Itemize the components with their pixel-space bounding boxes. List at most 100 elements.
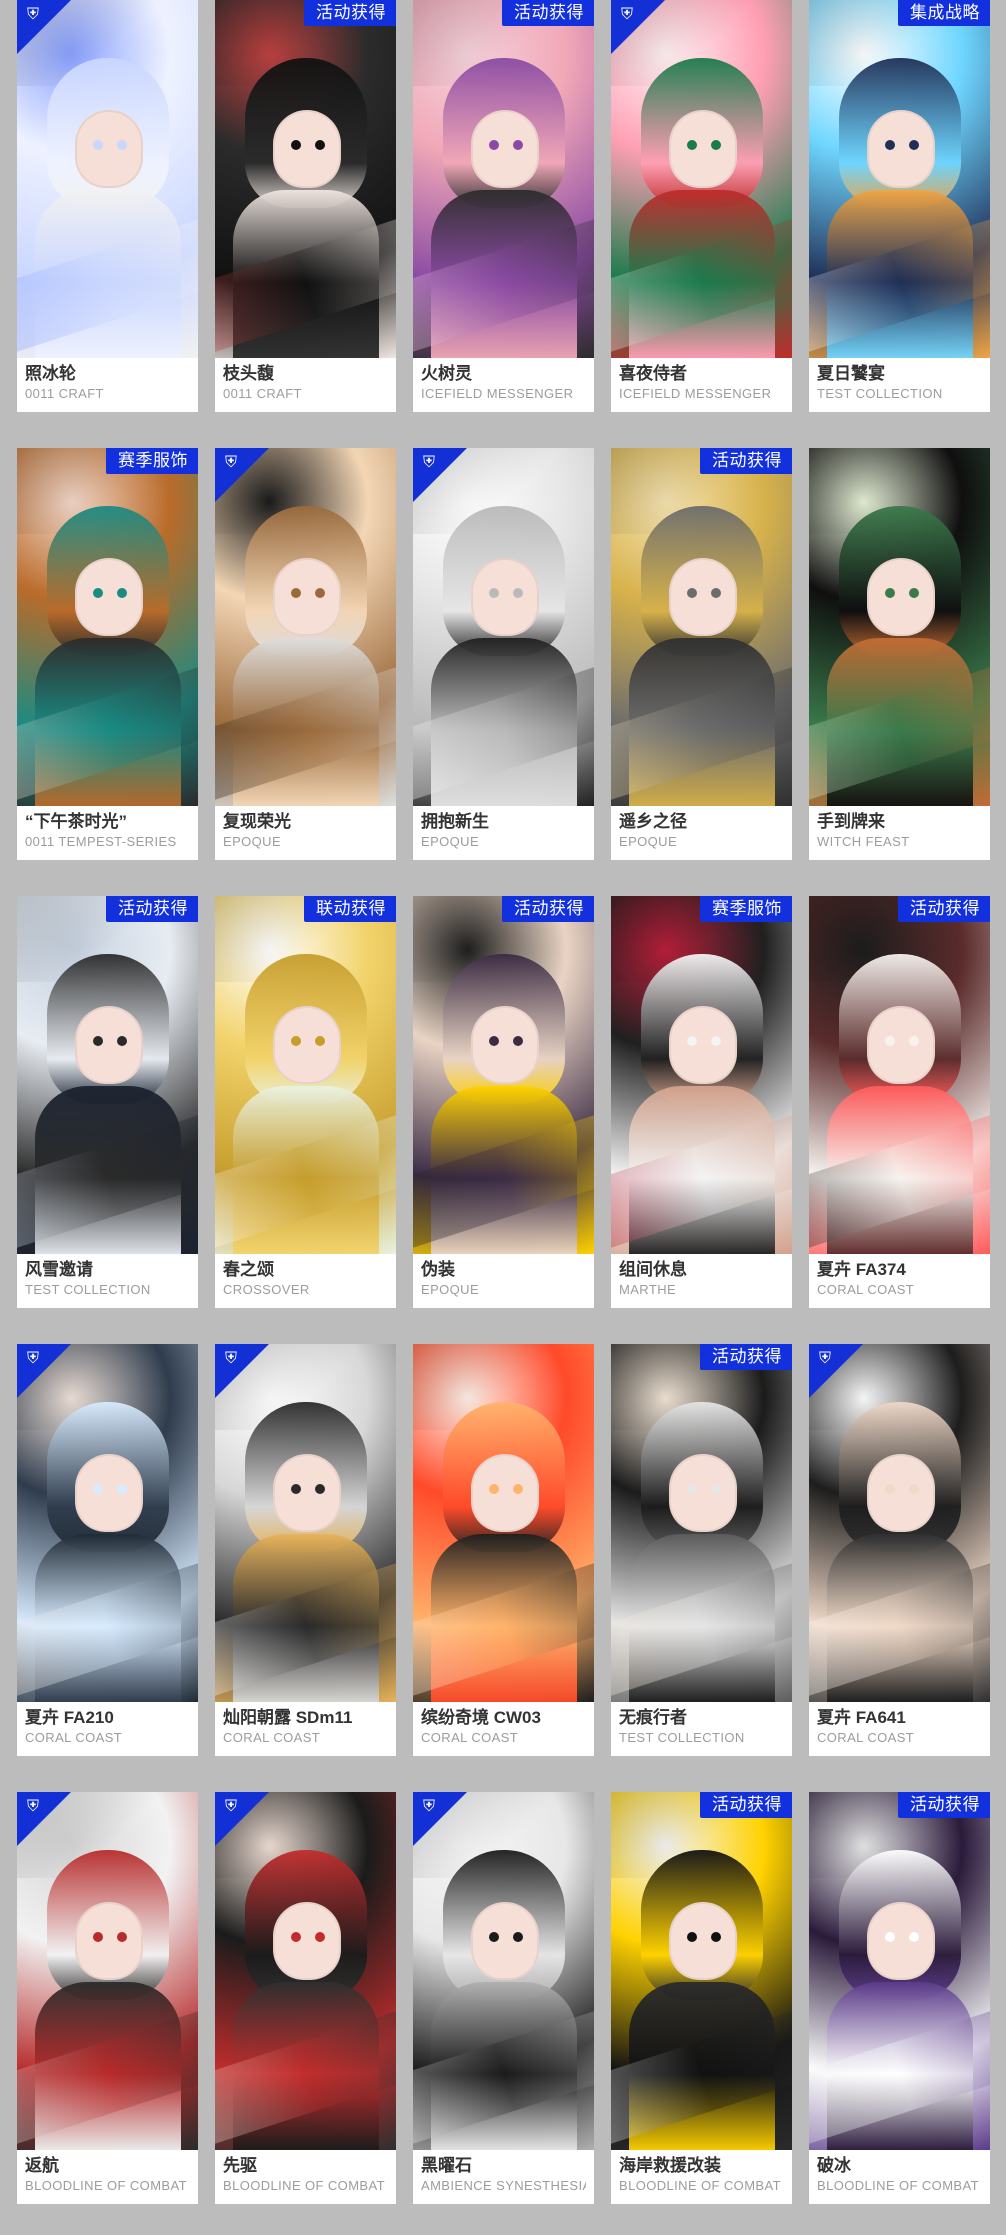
- acquisition-tag: 联动获得: [304, 896, 396, 922]
- eye-right: [513, 140, 523, 150]
- skin-caption: 火树灵 ICEFIELD MESSENGER: [413, 358, 594, 412]
- skin-art: ⛨: [611, 0, 792, 358]
- skin-caption: 缤纷奇境 CW03 CORAL COAST: [413, 1702, 594, 1756]
- eye-right: [711, 1484, 721, 1494]
- skin-caption: 破冰 BLOODLINE OF COMBAT: [809, 2150, 990, 2204]
- skin-art: 活动获得: [611, 1344, 792, 1702]
- skin-art: 活动获得: [809, 1792, 990, 2150]
- skin-card[interactable]: ⛨ 照冰轮 0011 CRAFT: [17, 0, 198, 412]
- eye-left: [885, 1036, 895, 1046]
- face-shape: [273, 110, 341, 188]
- skin-title: 照冰轮: [25, 364, 76, 383]
- skin-card[interactable]: 活动获得海岸救援改装 BLOODLINE OF COMBAT: [611, 1792, 792, 2204]
- skin-card[interactable]: ⛨ 返航 BLOODLINE OF COMBAT: [17, 1792, 198, 2204]
- skin-title: 夏卉 FA374: [817, 1260, 906, 1279]
- skin-card[interactable]: 集成战略 夏日饕宴 TEST COLLECTION: [809, 0, 990, 412]
- skin-card[interactable]: ⛨ 黑曜石 AMBIENCE SYNESTHESIA: [413, 1792, 594, 2204]
- skin-title: 破冰: [817, 2156, 851, 2175]
- skin-art: ⛨: [413, 1792, 594, 2150]
- eye-right: [315, 1932, 325, 1942]
- skin-title: “下午茶时光”: [25, 812, 127, 831]
- skin-title: 夏卉 FA641: [817, 1708, 906, 1727]
- skin-card[interactable]: ⛨ 复现荣光 EPOQUE: [215, 448, 396, 860]
- skin-caption: 春之颂 CROSSOVER: [215, 1254, 396, 1308]
- face-shape: [669, 1902, 737, 1980]
- skin-caption: 黑曜石 AMBIENCE SYNESTHESIA: [413, 2150, 594, 2204]
- skin-art: ⛨: [17, 1344, 198, 1702]
- skin-art: 活动获得: [413, 896, 594, 1254]
- skin-card[interactable]: 赛季服饰 “下午茶时光” 0011 TEMPEST-SERIES: [17, 448, 198, 860]
- face-shape: [471, 1006, 539, 1084]
- skin-series: MARTHE: [619, 1282, 677, 1297]
- face-shape: [867, 1454, 935, 1532]
- skin-caption: 夏卉 FA210 CORAL COAST: [17, 1702, 198, 1756]
- eye-right: [513, 1932, 523, 1942]
- skin-card[interactable]: 活动获得 遥乡之径 EPOQUE: [611, 448, 792, 860]
- eye-right: [513, 1484, 523, 1494]
- eye-right: [711, 588, 721, 598]
- character-portrait: [413, 1344, 594, 1702]
- skin-caption: 照冰轮 0011 CRAFT: [17, 358, 198, 412]
- character-portrait: [809, 896, 990, 1254]
- skin-card[interactable]: 活动获得 风雪邀请 TEST COLLECTION: [17, 896, 198, 1308]
- skin-caption: 伪装 EPOQUE: [413, 1254, 594, 1308]
- skin-series: TEST COLLECTION: [25, 1282, 151, 1297]
- eye-left: [93, 588, 103, 598]
- skin-card[interactable]: 活动获得 火树灵 ICEFIELD MESSENGER: [413, 0, 594, 412]
- skin-caption: 复现荣光 EPOQUE: [215, 806, 396, 860]
- skin-card[interactable]: ⛨ 夏卉 FA210 CORAL COAST: [17, 1344, 198, 1756]
- skin-series: BLOODLINE OF COMBAT: [619, 2178, 781, 2193]
- skin-title: 夏卉 FA210: [25, 1708, 114, 1727]
- badge-icon: ⛨: [620, 6, 633, 23]
- skin-card[interactable]: ⛨ 夏卉 FA641 CORAL COAST: [809, 1344, 990, 1756]
- character-portrait: [611, 1344, 792, 1702]
- badge-icon: ⛨: [26, 1350, 39, 1367]
- skin-art: 活动获得: [611, 448, 792, 806]
- skin-caption: 枝头馥 0011 CRAFT: [215, 358, 396, 412]
- skin-caption: “下午茶时光” 0011 TEMPEST-SERIES: [17, 806, 198, 860]
- skin-title: 枝头馥: [223, 364, 274, 383]
- badge-icon: ⛨: [818, 1350, 831, 1367]
- skin-title: 复现荣光: [223, 812, 291, 831]
- acquisition-tag: 活动获得: [700, 1792, 792, 1818]
- eye-left: [291, 588, 301, 598]
- eye-right: [909, 1484, 919, 1494]
- skin-series: 0011 CRAFT: [25, 386, 104, 401]
- skin-card[interactable]: ⛨ 喜夜侍者 ICEFIELD MESSENGER: [611, 0, 792, 412]
- eye-right: [909, 1932, 919, 1942]
- eye-left: [291, 140, 301, 150]
- skin-card[interactable]: 活动获得 夏卉 FA374 CORAL COAST: [809, 896, 990, 1308]
- character-portrait: [611, 1792, 792, 2150]
- skin-art: 活动获得: [17, 896, 198, 1254]
- eye-left: [93, 1932, 103, 1942]
- skin-title: 灿阳朝露 SDm11: [223, 1708, 353, 1727]
- eye-right: [711, 1036, 721, 1046]
- skin-card[interactable]: 活动获得 破冰 BLOODLINE OF COMBAT: [809, 1792, 990, 2204]
- character-portrait: [215, 0, 396, 358]
- badge-icon: ⛨: [224, 454, 237, 471]
- skin-card[interactable]: 赛季服饰 组间休息 MARTHE: [611, 896, 792, 1308]
- skin-card[interactable]: ⛨ 先驱 BLOODLINE OF COMBAT: [215, 1792, 396, 2204]
- acquisition-tag: 集成战略: [898, 0, 990, 26]
- skin-card[interactable]: 活动获得 枝头馥 0011 CRAFT: [215, 0, 396, 412]
- face-shape: [273, 558, 341, 636]
- badge-icon: ⛨: [26, 1798, 39, 1815]
- eye-left: [687, 1036, 697, 1046]
- skin-title: 海岸救援改装: [619, 2156, 721, 2175]
- skin-card[interactable]: ⛨ 灿阳朝露 SDm11 CORAL COAST: [215, 1344, 396, 1756]
- skin-art: 活动获得: [215, 0, 396, 358]
- skin-title: 喜夜侍者: [619, 364, 687, 383]
- skin-art: ⛨: [215, 1792, 396, 2150]
- skin-card[interactable]: 活动获得 无痕行者 TEST COLLECTION: [611, 1344, 792, 1756]
- face-shape: [273, 1454, 341, 1532]
- skin-series: BLOODLINE OF COMBAT: [223, 2178, 385, 2193]
- skin-card[interactable]: 手到牌来 WITCH FEAST: [809, 448, 990, 860]
- skin-art: [809, 448, 990, 806]
- skin-card[interactable]: 活动获得 伪装 EPOQUE: [413, 896, 594, 1308]
- skin-card[interactable]: ⛨ 拥抱新生 EPOQUE: [413, 448, 594, 860]
- skin-art: 活动获得: [809, 896, 990, 1254]
- skin-card[interactable]: 缤纷奇境 CW03 CORAL COAST: [413, 1344, 594, 1756]
- eye-left: [489, 1932, 499, 1942]
- skin-card[interactable]: 联动获得春之颂 CROSSOVER: [215, 896, 396, 1308]
- eye-right: [117, 1932, 127, 1942]
